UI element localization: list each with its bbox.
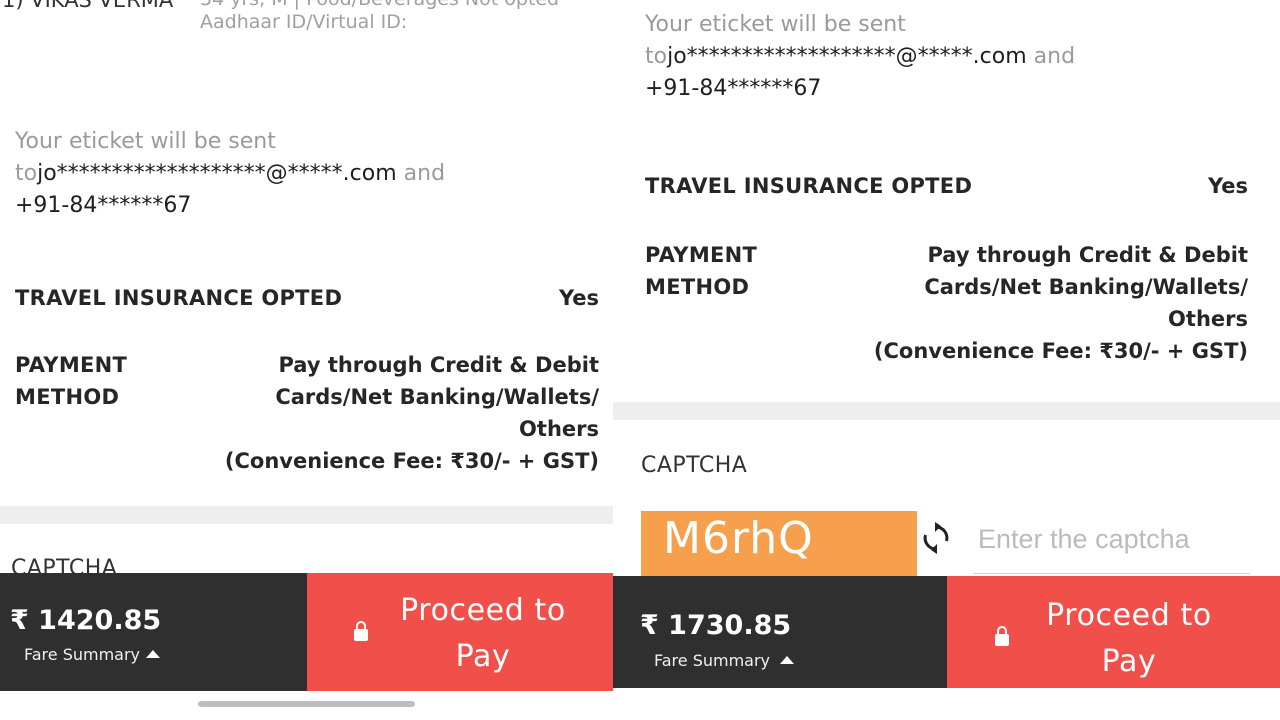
proceed-to-pay-button[interactable]: Proceed to Pay [947,576,1280,688]
insurance-label: TRAVEL INSURANCE OPTED [15,286,343,310]
lock-icon [354,621,368,641]
fare-summary-label: Fare Summary [24,645,141,664]
payment-value-line: Cards/Net Banking/Wallets/ [924,275,1248,299]
pay-label-line: Pay [455,639,511,674]
pay-label: Proceed to Pay [1033,593,1225,685]
passenger-meta: 34 yrs, M | Food/Beverages Not opted [200,0,559,10]
fare-summary-label: Fare Summary [654,651,771,670]
fare-summary-bar[interactable]: ₹ 1730.85 Fare Summary [613,576,947,688]
payment-label-line: METHOD [645,275,750,299]
fare-amount: ₹ 1420.85 [10,605,162,636]
payment-label-line: PAYMENT [645,243,758,267]
fare-amount: ₹ 1730.85 [640,610,792,641]
captcha-code: M6rhQ [663,513,814,564]
aadhaar-label: Aadhaar ID/Virtual ID: [200,11,408,33]
left-booking-review-panel: 1) VIKAS VERMA 34 yrs, M | Food/Beverage… [0,0,613,720]
eticket-prefix: Your eticket will be sent [15,129,276,154]
payment-label-line: METHOD [15,385,120,409]
right-booking-review-panel: Your eticket will be sent tojo**********… [613,0,1280,720]
eticket-info: Your eticket will be sent tojo**********… [645,9,1075,105]
pay-label-line: Proceed to [400,593,566,628]
insurance-value: Yes [1207,174,1248,198]
caret-up-icon [146,650,160,658]
payment-method-value: Pay through Credit & Debit Cards/Net Ban… [874,239,1248,367]
insurance-label: TRAVEL INSURANCE OPTED [645,174,973,198]
eticket-and: and [1033,44,1076,69]
payment-value-line: Others [519,417,599,441]
eticket-info: Your eticket will be sent tojo**********… [15,126,445,222]
eticket-to: to [645,44,668,69]
eticket-phone: +91-84******67 [15,193,192,218]
lock-icon [995,626,1009,646]
payment-method-label: PAYMENT METHOD [645,239,757,303]
pay-label-line: Pay [1101,644,1157,679]
pay-label: Proceed to Pay [387,588,579,680]
pay-label-line: Proceed to [1046,598,1212,633]
payment-method-value: Pay through Credit & Debit Cards/Net Ban… [225,349,599,477]
payment-label-line: PAYMENT [15,353,128,377]
section-divider [613,402,1280,420]
eticket-and: and [403,161,446,186]
payment-value-line: (Convenience Fee: ₹30/- + GST) [873,339,1248,363]
proceed-to-pay-button[interactable]: Proceed to Pay [307,573,613,691]
caret-up-icon [780,656,794,664]
eticket-prefix: Your eticket will be sent [645,12,906,37]
home-indicator[interactable] [198,701,415,707]
captcha-image: M6rhQ [641,511,917,576]
insurance-value: Yes [558,286,599,310]
payment-value-line: Cards/Net Banking/Wallets/ [275,385,599,409]
payment-value-line: Pay through Credit & Debit [278,353,599,377]
fare-summary-bar[interactable]: ₹ 1420.85 Fare Summary [0,573,307,691]
section-divider [0,506,613,524]
eticket-phone: +91-84******67 [645,76,822,101]
eticket-email: jo*******************@*****.com [37,161,397,186]
captcha-input[interactable] [978,519,1208,559]
eticket-email: jo*******************@*****.com [667,44,1027,69]
refresh-captcha-icon[interactable] [921,521,951,555]
eticket-to: to [15,161,38,186]
passenger-name: 1) VIKAS VERMA [2,0,174,12]
payment-value-line: Pay through Credit & Debit [927,243,1248,267]
payment-value-line: (Convenience Fee: ₹30/- + GST) [224,449,599,473]
payment-value-line: Others [1168,307,1248,331]
captcha-input-underline [973,573,1250,574]
payment-method-label: PAYMENT METHOD [15,349,127,413]
captcha-title: CAPTCHA [641,453,748,478]
